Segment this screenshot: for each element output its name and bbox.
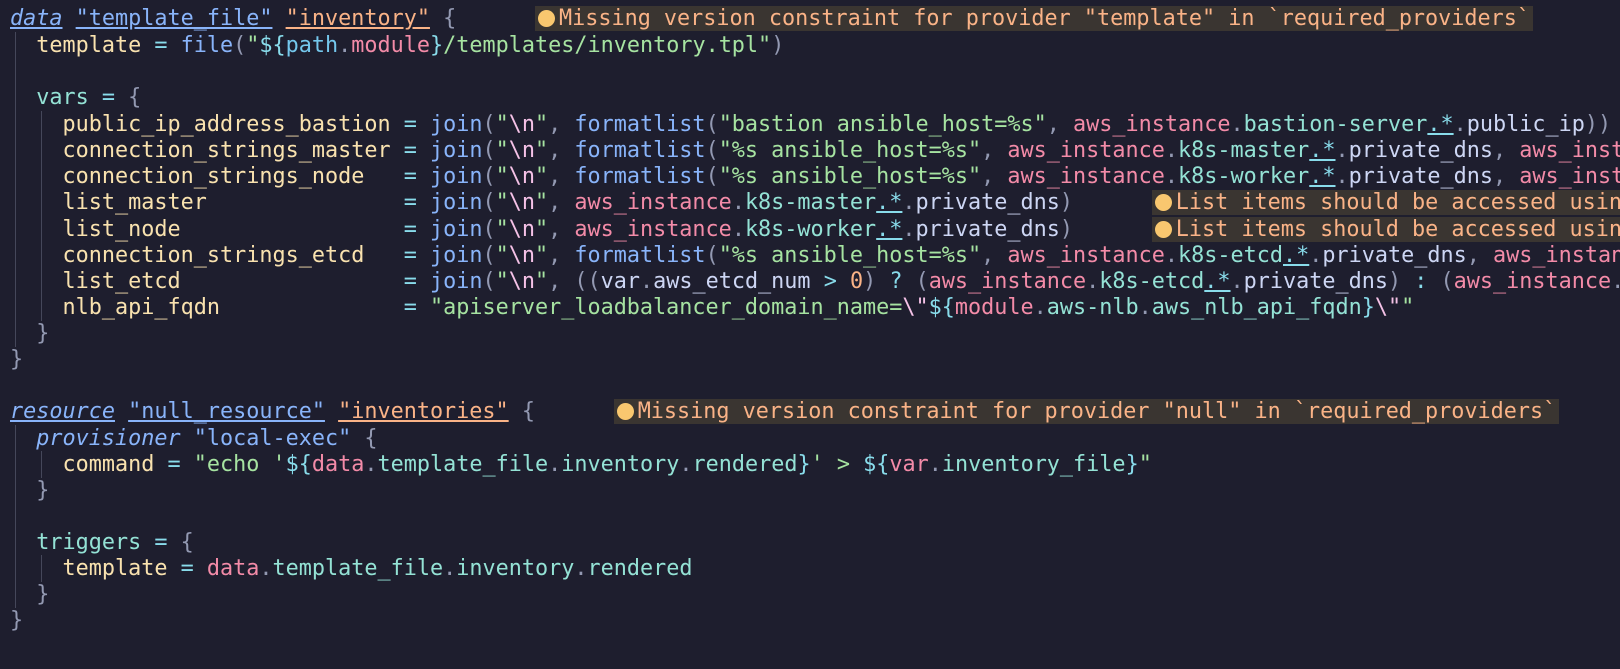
code-line: }: [0, 477, 49, 504]
code-line: connection_strings_etcd = join("\n", for…: [0, 242, 1620, 269]
code-line: [0, 58, 16, 85]
warning-diagnostic[interactable]: Missing version constraint for provider …: [613, 399, 1560, 424]
code-line: resource "null_resource" "inventories" {…: [0, 398, 1560, 425]
code-line: }: [0, 581, 49, 608]
code-line: vars = {: [0, 84, 141, 111]
code-line: provisioner "local-exec" {: [0, 425, 377, 452]
warning-diagnostic[interactable]: List items should be accessed using: [1151, 190, 1620, 215]
warning-icon: [1154, 221, 1172, 238]
code-editor[interactable]: data "template_file" "inventory" { Missi…: [0, 0, 1620, 669]
warning-diagnostic[interactable]: Missing version constraint for provider …: [534, 6, 1534, 31]
code-line: template = file("${path.module}/template…: [0, 32, 784, 59]
warning-icon: [1154, 194, 1172, 211]
warning-icon: [537, 10, 555, 27]
code-line: connection_strings_node = join("\n", for…: [0, 163, 1620, 190]
code-line: list_node = join("\n", aws_instance.k8s-…: [0, 216, 1620, 243]
code-line: template = data.template_file.inventory.…: [0, 555, 692, 582]
code-line: list_etcd = join("\n", ((var.aws_etcd_nu…: [0, 268, 1620, 295]
code-line: list_master = join("\n", aws_instance.k8…: [0, 189, 1620, 216]
code-line: command = "echo '${data.template_file.in…: [0, 451, 1152, 478]
code-line: nlb_api_fqdn = "apiserver_loadbalancer_d…: [0, 294, 1414, 321]
code-line: data "template_file" "inventory" { Missi…: [0, 5, 1534, 32]
code-line: }: [0, 320, 49, 347]
warning-diagnostic[interactable]: List items should be accessed using: [1151, 217, 1620, 242]
code-line: triggers = {: [0, 529, 194, 556]
code-line: [0, 503, 16, 530]
code-line: public_ip_address_bastion = join("\n", f…: [0, 111, 1611, 138]
code-line: }: [10, 608, 24, 633]
code-line: connection_strings_master = join("\n", f…: [0, 137, 1620, 164]
code-line: }: [10, 347, 24, 372]
warning-icon: [616, 403, 634, 420]
